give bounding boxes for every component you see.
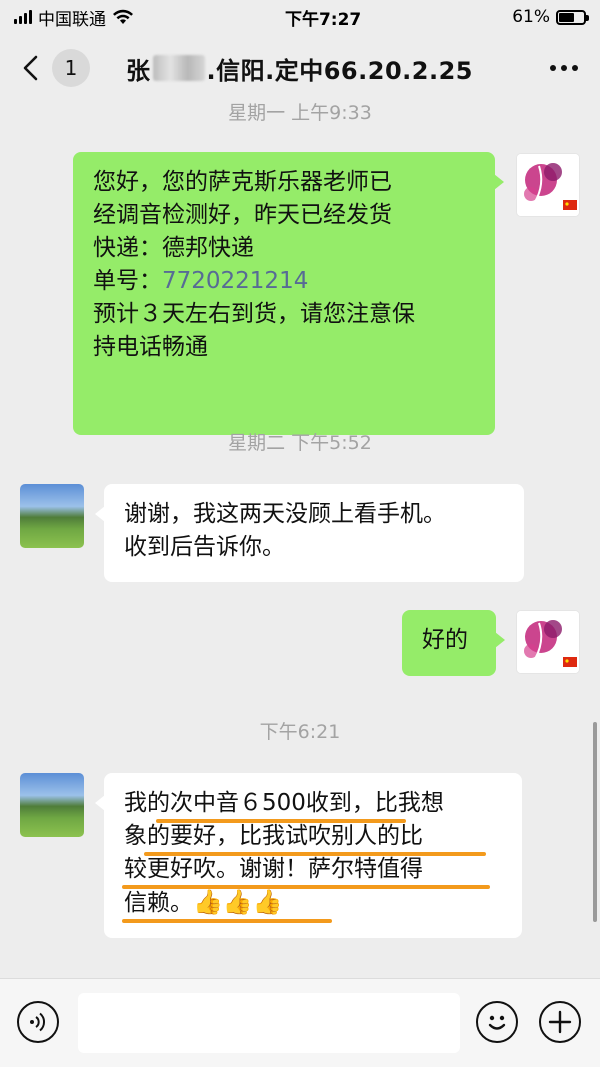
jazz-logo-icon	[517, 611, 579, 673]
thumbs-up-icon: 👍👍👍	[193, 888, 283, 916]
my-avatar[interactable]	[516, 153, 580, 217]
jazz-logo-icon	[517, 154, 579, 216]
timestamp: 星期一 上午9:33	[228, 102, 372, 124]
contact-avatar[interactable]	[20, 484, 84, 548]
input-bar	[0, 978, 600, 1067]
battery-fill	[559, 12, 574, 22]
status-left: 中国联通	[14, 5, 134, 30]
message-line: 持电话畅通	[93, 334, 208, 360]
message-line: 经调音检测好，昨天已经发货	[93, 202, 392, 228]
timestamp: 下午6:21	[259, 721, 341, 743]
back-button[interactable]: 1	[18, 49, 90, 87]
message-line: 我的次中音６500收到，比我想	[124, 790, 444, 816]
message-line: 信赖。👍👍👍	[124, 886, 502, 920]
highlight-underline	[122, 919, 332, 923]
voice-button[interactable]	[17, 1001, 59, 1043]
nav-bar: 1 张 .信阳.定中66.20.2.25	[0, 34, 600, 102]
wifi-icon	[113, 9, 133, 24]
plus-button[interactable]	[539, 1001, 581, 1043]
unread-badge: 1	[52, 49, 90, 87]
message-line: 您好，您的萨克斯乐器老师已	[93, 169, 392, 195]
voice-icon	[30, 1012, 46, 1032]
timestamp: 星期二 下午5:52	[228, 432, 372, 454]
message-line: 谢谢，我这两天没顾上看手机。	[124, 501, 446, 527]
tracking-label: 单号：	[93, 268, 162, 294]
tracking-number-link[interactable]: 7720221214	[162, 268, 308, 294]
status-right: 61%	[512, 7, 589, 27]
message-input[interactable]	[78, 993, 460, 1053]
message-line: 较更好吹。谢谢！萨尔特值得	[124, 856, 423, 882]
back-chevron-icon	[23, 55, 38, 81]
message-bubble-outgoing[interactable]: 好的	[402, 610, 505, 676]
emoji-button[interactable]	[476, 1001, 518, 1043]
more-icon	[550, 65, 556, 71]
message-bubble-incoming[interactable]: 谢谢，我这两天没顾上看手机。 收到后告诉你。	[95, 484, 524, 582]
message-line: 收到后告诉你。	[124, 534, 285, 560]
contact-avatar[interactable]	[20, 773, 84, 837]
message-line: 好的	[422, 627, 468, 653]
title-prefix: 张	[126, 56, 151, 85]
highlight-underline	[156, 819, 406, 823]
status-bar: 中国联通 下午7:27 61%	[0, 0, 600, 34]
scrollbar[interactable]	[593, 722, 597, 922]
plus-icon	[548, 1010, 572, 1034]
highlight-underline	[144, 852, 486, 856]
title-suffix: .信阳.定中66.20.2.25	[206, 56, 473, 85]
emoji-icon	[488, 1015, 506, 1030]
message-bubble-outgoing[interactable]: 您好，您的萨克斯乐器老师已 经调音检测好，昨天已经发货 快递：德邦快递 单号：7…	[73, 152, 504, 435]
signal-icon	[14, 10, 32, 24]
chat-title[interactable]: 张 .信阳.定中66.20.2.25	[126, 51, 473, 86]
battery-percent: 61%	[512, 7, 550, 27]
redacted-name-blur	[152, 55, 205, 81]
message-bubble-incoming[interactable]: 我的次中音６500收到，比我想 象的要好，比我试吹别人的比 较更好吹。谢谢！萨尔…	[95, 773, 522, 938]
status-time: 下午7:27	[284, 9, 362, 30]
chat-area[interactable]: 星期一 上午9:33 您好，您的萨克斯乐器老师已 经调音检测好，昨天已经发货 快…	[0, 102, 600, 978]
battery-icon	[556, 9, 589, 25]
message-line: 预计３天左右到货，请您注意保	[93, 301, 415, 327]
message-line: 象的要好，比我试吹别人的比	[124, 823, 423, 849]
message-text: 信赖。	[124, 890, 193, 916]
message-line: 快递：德邦快递	[93, 235, 254, 261]
my-avatar[interactable]	[516, 610, 580, 674]
highlight-underline	[122, 885, 490, 889]
more-button[interactable]	[546, 57, 582, 79]
message-line: 单号：7720221214	[93, 265, 475, 298]
carrier-name: 中国联通	[38, 9, 106, 30]
